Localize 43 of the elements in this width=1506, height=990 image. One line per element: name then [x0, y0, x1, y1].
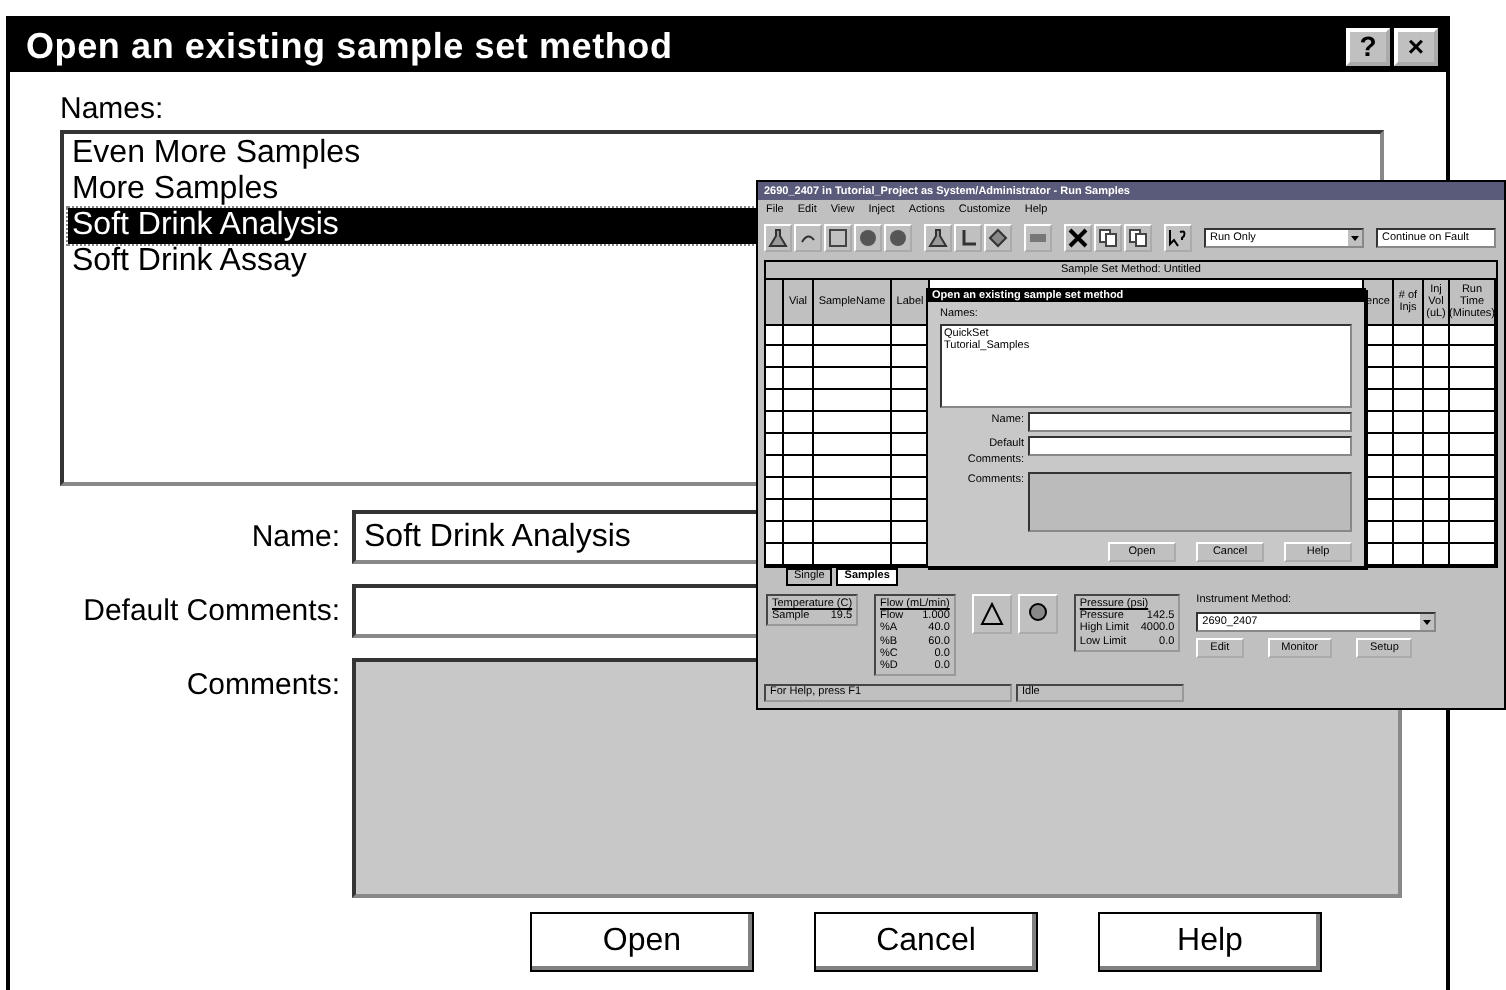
toolbar-button[interactable]: [1064, 223, 1092, 251]
circle-icon: [858, 227, 878, 247]
comments-box[interactable]: [1028, 472, 1352, 532]
toolbar-button[interactable]: [954, 223, 982, 251]
flask-icon: [928, 227, 948, 247]
toolbar-button[interactable]: [1124, 223, 1152, 251]
toolbar-button[interactable]: [884, 223, 912, 251]
toolbar-button[interactable]: [794, 223, 822, 251]
dialog-button[interactable]: Cancel: [814, 912, 1038, 972]
toolbar-button[interactable]: [924, 223, 952, 251]
dialog-button[interactable]: Help: [1098, 912, 1322, 972]
pointer-question-icon: [1168, 227, 1188, 247]
panel-button[interactable]: [971, 594, 1012, 634]
triangle-icon: [979, 602, 1004, 626]
toolbar-button[interactable]: [824, 223, 852, 251]
panel-button[interactable]: [1017, 594, 1058, 634]
name-field[interactable]: [1028, 412, 1352, 432]
dialog-button[interactable]: Open: [530, 912, 754, 972]
field-label: Name:: [249, 518, 340, 554]
names-label: Names:: [60, 92, 166, 126]
toolbar-button[interactable]: [1094, 223, 1122, 251]
help-button[interactable]: ?: [1346, 27, 1390, 65]
dropdown-arrow-icon: [1420, 614, 1435, 630]
list-item[interactable]: Even More Samples: [68, 136, 756, 172]
field-label: Comments:: [184, 666, 340, 702]
circle-icon: [888, 227, 908, 247]
default-comments-field[interactable]: [1028, 436, 1352, 456]
field-label: Default Comments:: [81, 592, 340, 628]
dialog-title: Open an existing sample set method: [26, 25, 673, 67]
list-item[interactable]: Soft Drink Assay: [68, 244, 756, 280]
list-item[interactable]: More Samples: [68, 172, 756, 208]
toolbar-button[interactable]: [984, 223, 1012, 251]
close-button[interactable]: ×: [1394, 27, 1438, 65]
dropdown-arrow-icon: [1348, 229, 1362, 245]
corner-icon: [958, 227, 978, 247]
toolbar-button[interactable]: [764, 223, 792, 251]
square-icon: [828, 227, 848, 247]
list-item[interactable]: Soft Drink Analysis: [68, 208, 756, 244]
diamond-icon: [988, 227, 1008, 247]
toolbar-button[interactable]: [854, 223, 882, 251]
cross-icon: [1068, 227, 1088, 247]
toolbar-button[interactable]: [1164, 223, 1192, 251]
flask-icon: [768, 227, 788, 247]
